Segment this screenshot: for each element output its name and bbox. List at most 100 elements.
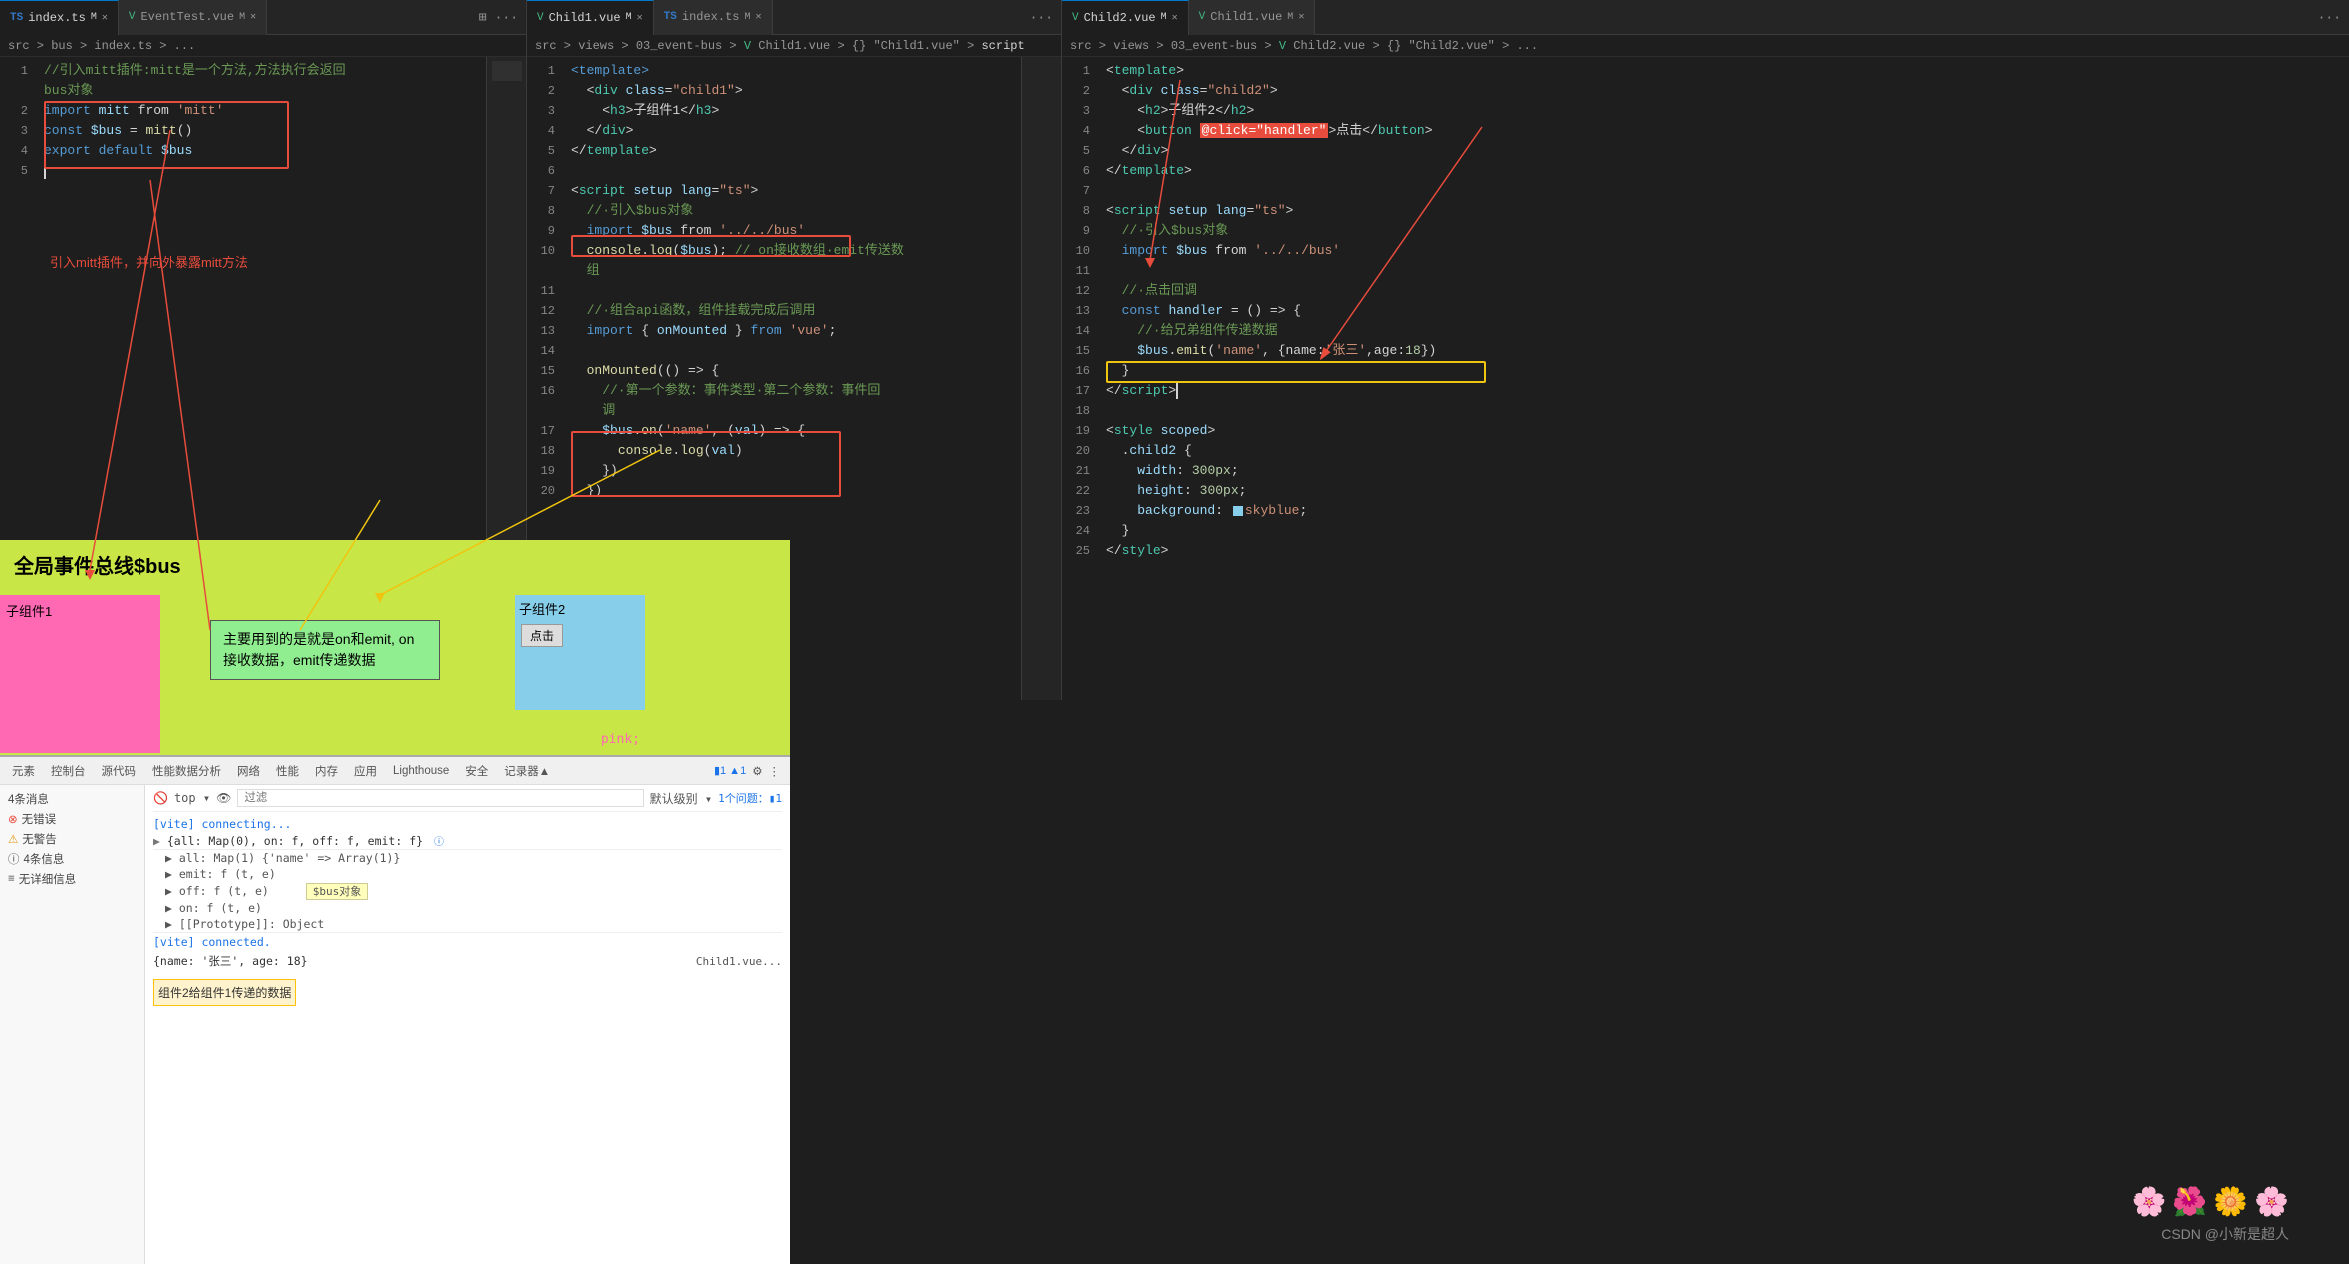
dt-sidebar-warn[interactable]: ⚠ 无警告	[0, 829, 144, 849]
rlcontent-16: }	[1102, 361, 2349, 381]
modified-indicator-left: M	[91, 12, 97, 23]
child1-preview-label: 子组件1	[0, 595, 160, 626]
tab-label-child2: Child2.vue	[1084, 11, 1156, 25]
dt-more-icon[interactable]: ⋮	[769, 764, 781, 778]
child2-preview-button[interactable]: 点击	[521, 624, 563, 647]
code-content-1: //引入mitt插件:mitt是一个方法,方法执行会返回	[40, 61, 526, 81]
vue-icon-child1-right: V	[1199, 11, 1206, 23]
verbose-icon: ≡	[8, 873, 15, 885]
right-line-22: 22 height: 300px;	[1062, 481, 2349, 501]
mid-line-9: 9 import $bus from '../../bus'	[527, 221, 1061, 241]
rlcontent-23: background: skyblue;	[1102, 501, 2349, 521]
rlcontent-15: $bus.emit('name', {name:'张三',age:18})	[1102, 341, 2349, 361]
dt-settings-icon[interactable]: ⚙	[752, 764, 762, 778]
lcontent-m17: $bus.on('name', (val) => {	[567, 421, 1061, 441]
right-tab-actions: ···	[2310, 10, 2349, 25]
right-line-6: 6 </template>	[1062, 161, 2349, 181]
mid-line-6: 6	[527, 161, 1061, 181]
right-line-9: 9 //·引入$bus对象	[1062, 221, 2349, 241]
info-icon: ⓘ	[8, 851, 20, 867]
devtools-tab-bar: 元素 控制台 源代码 性能数据分析 网络 性能 内存 应用 Lighthouse…	[0, 757, 790, 785]
tab-child1-vue-right[interactable]: V Child1.vue M ✕	[1189, 0, 1316, 35]
lcontent-m11	[567, 281, 1061, 301]
lcontent-m15: onMounted(() => {	[567, 361, 1061, 381]
vue-icon-child1-mid: V	[537, 12, 544, 24]
dt-tab-lighthouse[interactable]: Lighthouse	[385, 761, 457, 781]
close-child1-right[interactable]: ✕	[1298, 11, 1304, 23]
mid-line-2: 2 <div class="child1">	[527, 81, 1061, 101]
dt-tab-memory[interactable]: 内存	[307, 759, 346, 783]
close-icon-left[interactable]: ✕	[102, 12, 108, 24]
dt-sidebar-verbose[interactable]: ≡ 无详细信息	[0, 869, 144, 889]
rlnum-17: 17	[1062, 381, 1102, 401]
middle-breadcrumb: src > views > 03_event-bus > V Child1.vu…	[527, 35, 1061, 57]
dt-tab-sources[interactable]: 源代码	[94, 759, 145, 783]
split-editor-icon[interactable]: ⊞	[479, 10, 487, 25]
dt-tab-performance[interactable]: 性能	[268, 759, 307, 783]
dt-sidebar-info[interactable]: ⓘ 4条信息	[0, 849, 144, 869]
close-index-mid[interactable]: ✕	[756, 11, 762, 23]
dt-tab-console[interactable]: 控制台	[43, 759, 94, 783]
right-line-5: 5 </div>	[1062, 141, 2349, 161]
code-line-1: 1 //引入mitt插件:mitt是一个方法,方法执行会返回	[0, 61, 526, 81]
rlcontent-14: //·给兄弟组件传递数据	[1102, 321, 2349, 341]
rlnum-4: 4	[1062, 121, 1102, 141]
log-vite-connecting: [vite] connecting...	[153, 816, 782, 832]
more-icon-right[interactable]: ···	[2318, 10, 2341, 25]
lnum-m5: 5	[527, 141, 567, 161]
pink-css-text: pink;	[601, 732, 640, 747]
dt-tab-app[interactable]: 应用	[346, 759, 385, 783]
console-filter-input[interactable]	[237, 789, 643, 807]
dt-tab-recorder[interactable]: 记录器▲	[496, 759, 558, 783]
close-event[interactable]: ✕	[250, 11, 256, 23]
right-line-12: 12 //·点击回调	[1062, 281, 2349, 301]
dt-tab-network[interactable]: 网络	[229, 759, 268, 783]
lcontent-m12: //·组合api函数，组件挂载完成后调用	[567, 301, 1061, 321]
tab-child2-vue-right[interactable]: V Child2.vue M ✕	[1062, 0, 1189, 35]
dt-sidebar-warn-label: 无警告	[22, 831, 57, 847]
dt-sidebar-error[interactable]: ⊗ 无错误	[0, 809, 144, 829]
lnum-m10b	[527, 261, 567, 281]
more-icon-mid[interactable]: ···	[1030, 10, 1053, 25]
lnum-m13: 13	[527, 321, 567, 341]
vue-icon-child2: V	[1072, 12, 1079, 24]
tab-child1-vue-mid[interactable]: V Child1.vue M ✕	[527, 0, 654, 35]
dt-tab-elements[interactable]: 元素	[4, 759, 43, 783]
dt-tab-security[interactable]: 安全	[457, 759, 496, 783]
right-line-3: 3 <h2>子组件2</h2>	[1062, 101, 2349, 121]
child2-preview-label: 子组件2	[515, 595, 645, 622]
filter-icon[interactable]: 🚫	[153, 791, 168, 805]
lcontent-m13: import { onMounted } from 'vue';	[567, 321, 1061, 341]
lnum-m2: 2	[527, 81, 567, 101]
lnum-m12: 12	[527, 301, 567, 321]
tab-event-test-vue[interactable]: V EventTest.vue M ✕	[119, 0, 267, 35]
more-icon-left[interactable]: ···	[495, 10, 518, 25]
rlnum-23: 23	[1062, 501, 1102, 521]
left-annotation-text: 引入mitt插件，并向外暴露mitt方法	[50, 252, 248, 271]
mid-line-11: 11	[527, 281, 1061, 301]
right-line-10: 10 import $bus from '../../bus'	[1062, 241, 2349, 261]
rlcontent-18	[1102, 401, 2349, 421]
rlcontent-2: <div class="child2">	[1102, 81, 2349, 101]
dt-sidebar-all[interactable]: 4条消息	[0, 789, 144, 809]
error-icon: ⊗	[8, 812, 18, 826]
mid-line-8: 8 //·引入$bus对象	[527, 201, 1061, 221]
mid-line-10: 10 console.log($bus); // on接收数组·emit传送数	[527, 241, 1061, 261]
close-child2[interactable]: ✕	[1172, 12, 1178, 24]
eye-icon[interactable]: 👁	[216, 791, 231, 805]
lcontent-m16b: 调	[567, 401, 1061, 421]
mid-tab-actions: ···	[1022, 10, 1061, 25]
lnum-m19: 19	[527, 461, 567, 481]
close-child1-mid[interactable]: ✕	[637, 12, 643, 24]
right-line-1: 1 <template>	[1062, 61, 2349, 81]
dt-tab-perf-analysis[interactable]: 性能数据分析	[144, 759, 229, 783]
tab-index-ts-left[interactable]: TS index.ts M ✕	[0, 0, 119, 35]
mid-line-13: 13 import { onMounted } from 'vue';	[527, 321, 1061, 341]
default-level-label: 默认级别 ▾	[650, 790, 712, 807]
devtools-console-main: 🚫 top ▾ 👁 默认级别 ▾ 1个问题：▮1 [vite] connecti…	[145, 785, 790, 1264]
top-dropdown-label[interactable]: top ▾	[174, 791, 210, 805]
log-prototype: ▶ [[Prototype]]: Object	[153, 916, 782, 932]
devtools-bottom-annotation: 组件2给组件1传递的数据	[153, 979, 296, 1006]
tab-index-ts-mid[interactable]: TS index.ts M ✕	[654, 0, 773, 35]
right-line-13: 13 const handler = () => {	[1062, 301, 2349, 321]
